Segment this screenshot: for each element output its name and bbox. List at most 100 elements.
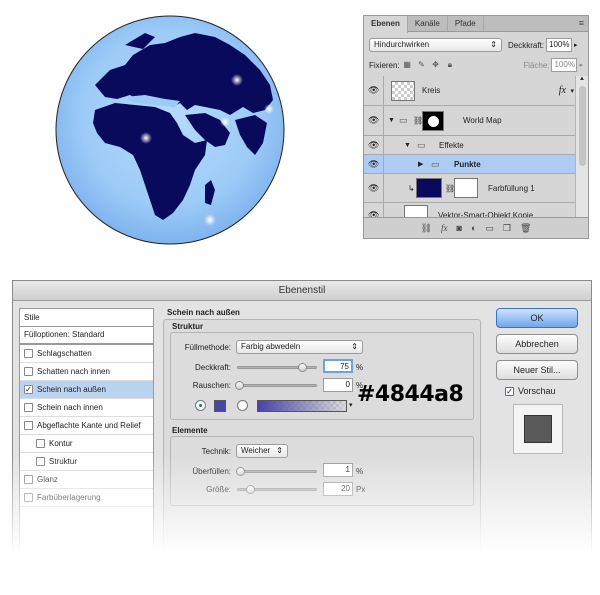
- size-slider[interactable]: [237, 485, 317, 494]
- lock-all-icon[interactable]: 🔒︎: [445, 60, 454, 70]
- technique-select[interactable]: Weicher ⇕: [236, 444, 288, 458]
- cancel-button[interactable]: Abbrechen: [496, 334, 578, 354]
- style-list: Stile Fülloptionen: Standard Schlagschat…: [19, 308, 154, 588]
- style-item-inner-shadow[interactable]: Schatten nach innen: [20, 363, 153, 381]
- unit-label: Px: [356, 485, 366, 494]
- style-item-contour[interactable]: Kontur: [20, 435, 153, 453]
- gradient-dropdown-icon[interactable]: ▾: [349, 401, 353, 409]
- color-radio-selected[interactable]: [195, 400, 206, 411]
- noise-slider[interactable]: [235, 381, 317, 390]
- spread-slider[interactable]: [236, 467, 317, 476]
- eye-icon[interactable]: 👁︎: [368, 183, 380, 194]
- mask-thumbnail: [422, 110, 444, 131]
- chevron-updown-icon: ⇕: [490, 40, 497, 49]
- checkbox[interactable]: [24, 367, 33, 376]
- style-item-color-overlay[interactable]: Farbüberlagerung: [20, 489, 153, 507]
- checkbox[interactable]: [24, 475, 33, 484]
- fill-field[interactable]: 100%: [551, 58, 578, 72]
- style-item-inner-glow[interactable]: Schein nach innen: [20, 399, 153, 417]
- layer-row[interactable]: 👁︎ ▼ ▭ Effekte: [364, 136, 576, 155]
- chevron-updown-icon: ⇕: [276, 446, 283, 455]
- style-item-label: Abgeflachte Kante und Relief: [37, 420, 141, 430]
- sparkle-dot: [220, 117, 230, 127]
- gradient-radio[interactable]: [237, 400, 248, 411]
- style-list-header[interactable]: Stile: [20, 309, 153, 327]
- adjustment-layer-icon[interactable]: ◐: [471, 223, 476, 233]
- preview-toggle[interactable]: ✓ Vorschau: [505, 386, 556, 396]
- style-item-drop-shadow[interactable]: Schlagschatten: [20, 345, 153, 363]
- eye-icon[interactable]: 👁︎: [368, 85, 380, 96]
- opacity-slider[interactable]: [237, 363, 317, 372]
- checkbox[interactable]: [36, 457, 45, 466]
- checkbox[interactable]: [24, 421, 33, 430]
- style-item-label: Kontur: [49, 438, 73, 448]
- preview-checkbox[interactable]: ✓: [505, 386, 514, 396]
- disclosure-triangle-icon[interactable]: ▶: [418, 160, 423, 168]
- trash-icon[interactable]: 🗑︎: [520, 223, 531, 234]
- fx-icon[interactable]: fx: [559, 85, 566, 96]
- glow-gradient-picker[interactable]: [257, 400, 347, 412]
- expand-icon[interactable]: ▾: [570, 87, 574, 95]
- checkbox[interactable]: [24, 403, 33, 412]
- add-style-icon[interactable]: fx: [441, 223, 448, 233]
- style-item-outer-glow[interactable]: ✓ Schein nach außen: [20, 381, 153, 399]
- lock-label: Fixieren:: [369, 60, 400, 70]
- opacity-dropdown-icon[interactable]: ▸: [574, 41, 578, 49]
- fill-label: Fläche:: [523, 60, 550, 70]
- lock-position-icon[interactable]: ✥: [431, 60, 440, 69]
- blend-mode-select[interactable]: Hindurchwirken ⇕: [369, 38, 502, 52]
- spread-field[interactable]: 1: [323, 463, 353, 477]
- elements-title: Elemente: [172, 426, 208, 435]
- globe-illustration: [55, 15, 299, 245]
- size-field[interactable]: 20: [323, 482, 353, 496]
- checkbox[interactable]: [24, 493, 33, 502]
- disclosure-triangle-icon[interactable]: ▼: [404, 142, 411, 149]
- checkbox[interactable]: [24, 349, 33, 358]
- noise-field[interactable]: 0: [323, 378, 353, 392]
- checkbox[interactable]: [36, 439, 45, 448]
- tab-channels[interactable]: Kanäle: [408, 16, 448, 31]
- elements-group: Technik: Weicher ⇕ Überfüllen: 1 % Größe…: [170, 436, 474, 506]
- new-group-icon[interactable]: ▭: [485, 223, 494, 234]
- panel-menu-icon[interactable]: ≡: [579, 18, 584, 28]
- checkbox-checked[interactable]: ✓: [24, 385, 33, 394]
- tab-paths[interactable]: Pfade: [448, 16, 484, 31]
- chevron-updown-icon: ⇕: [351, 342, 358, 351]
- preview-box: [513, 404, 563, 454]
- tab-layers[interactable]: Ebenen: [364, 16, 408, 33]
- slider-knob[interactable]: [246, 485, 255, 494]
- layer-row-selected[interactable]: 👁︎ ▶ ▭ Punkte: [364, 155, 576, 174]
- ok-button[interactable]: OK: [496, 308, 578, 328]
- disclosure-triangle-icon[interactable]: ▼: [388, 117, 395, 124]
- layer-row[interactable]: 👁︎ ▼ ▭ ⛓ World Map: [364, 106, 576, 136]
- eye-icon[interactable]: 👁︎: [368, 115, 380, 126]
- style-item-satin[interactable]: Glanz: [20, 471, 153, 489]
- fill-options-item[interactable]: Fülloptionen: Standard: [20, 327, 153, 345]
- eye-icon[interactable]: 👁︎: [368, 159, 380, 170]
- unit-label: %: [356, 467, 364, 476]
- lock-paint-icon[interactable]: ✎: [417, 60, 426, 69]
- glow-color-swatch[interactable]: [214, 400, 226, 412]
- layer-row[interactable]: 👁︎ Kreis fx ▾: [364, 76, 576, 106]
- eye-icon[interactable]: 👁︎: [368, 140, 380, 151]
- slider-knob[interactable]: [235, 381, 244, 390]
- new-layer-icon[interactable]: ❐: [503, 223, 511, 234]
- layer-name: Farbfüllung 1: [488, 183, 535, 193]
- glow-blend-select[interactable]: Farbig abwedeln ⇕: [236, 340, 363, 354]
- fill-dropdown-icon[interactable]: ▸: [579, 61, 583, 69]
- link-layers-icon[interactable]: ⛓: [421, 223, 432, 234]
- add-mask-icon[interactable]: ◙: [457, 223, 462, 233]
- style-item-texture[interactable]: Struktur: [20, 453, 153, 471]
- panel-tabbar: Ebenen Kanäle Pfade ≡: [364, 16, 588, 33]
- glow-opacity-field[interactable]: 75: [323, 359, 353, 373]
- style-item-bevel[interactable]: Abgeflachte Kante und Relief: [20, 417, 153, 435]
- layers-bottom-toolbar: ⛓ fx ◙ ◐ ▭ ❐ 🗑︎: [364, 217, 588, 238]
- layers-scrollbar[interactable]: ▲: [575, 76, 588, 219]
- layer-row[interactable]: 👁︎ ↳ ⛓ Farbfüllung 1: [364, 174, 576, 203]
- new-style-button[interactable]: Neuer Stil...: [496, 360, 578, 380]
- opacity-field[interactable]: 100%: [546, 38, 573, 52]
- scroll-thumb[interactable]: [579, 86, 586, 166]
- slider-knob[interactable]: [236, 467, 245, 476]
- slider-knob[interactable]: [298, 363, 307, 372]
- lock-transparency-icon[interactable]: ▦: [403, 60, 412, 69]
